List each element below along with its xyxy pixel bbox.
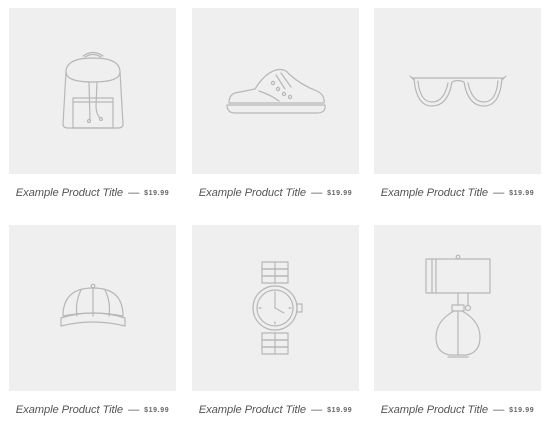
product-caption: Example Product Title — $19.99 — [9, 404, 176, 416]
cap-icon — [59, 283, 126, 327]
product-price: $19.99 — [144, 407, 170, 414]
product-image[interactable] — [374, 8, 541, 174]
product-image[interactable] — [9, 225, 176, 391]
product-title[interactable]: Example Product Title — [16, 404, 123, 416]
product-title[interactable]: Example Product Title — [381, 187, 488, 199]
product-price: $19.99 — [509, 190, 535, 197]
lamp-icon — [424, 254, 491, 358]
product-card[interactable]: Example Product Title — $19.99 — [9, 8, 176, 199]
product-image[interactable] — [9, 8, 176, 174]
product-card[interactable]: Example Product Title — $19.99 — [192, 225, 359, 416]
product-title[interactable]: Example Product Title — [16, 187, 123, 199]
product-price: $19.99 — [144, 190, 170, 197]
product-price: $19.99 — [327, 407, 353, 414]
separator: — — [493, 187, 505, 199]
separator: — — [311, 187, 323, 199]
product-caption: Example Product Title — $19.99 — [374, 404, 541, 416]
product-title[interactable]: Example Product Title — [199, 187, 306, 199]
product-card[interactable]: Example Product Title — $19.99 — [9, 225, 176, 416]
watch-icon — [251, 261, 303, 355]
product-caption: Example Product Title — $19.99 — [192, 187, 359, 199]
product-card[interactable]: Example Product Title — $19.99 — [192, 8, 359, 199]
glasses-icon — [408, 75, 507, 107]
product-card[interactable]: Example Product Title — $19.99 — [374, 225, 541, 416]
product-price: $19.99 — [327, 190, 353, 197]
product-image[interactable] — [192, 8, 359, 174]
separator: — — [493, 404, 505, 416]
product-card[interactable]: Example Product Title — $19.99 — [374, 8, 541, 199]
product-image[interactable] — [374, 225, 541, 391]
product-caption: Example Product Title — $19.99 — [192, 404, 359, 416]
product-title[interactable]: Example Product Title — [199, 404, 306, 416]
product-image[interactable] — [192, 225, 359, 391]
product-grid: Example Product Title — $19.99 Example P… — [0, 0, 551, 425]
separator: — — [128, 404, 140, 416]
product-price: $19.99 — [509, 407, 535, 414]
product-caption: Example Product Title — $19.99 — [374, 187, 541, 199]
product-caption: Example Product Title — $19.99 — [9, 187, 176, 199]
separator: — — [128, 187, 140, 199]
separator: — — [311, 404, 323, 416]
product-title[interactable]: Example Product Title — [381, 404, 488, 416]
backpack-icon — [61, 51, 124, 129]
sneaker-icon — [225, 68, 326, 114]
